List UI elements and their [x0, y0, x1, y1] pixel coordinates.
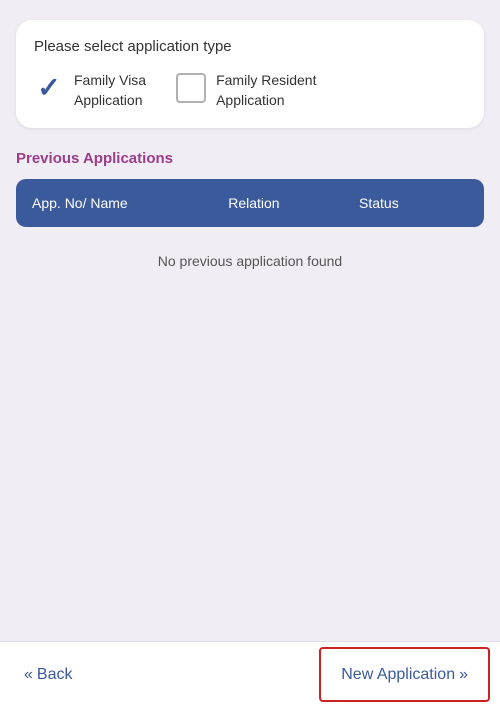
family-visa-checkbox[interactable]: ✓ [34, 73, 64, 103]
no-apps-message: No previous application found [16, 243, 484, 279]
app-type-card: Please select application type ✓ Family … [16, 20, 484, 128]
family-visa-label: Family VisaApplication [74, 71, 146, 110]
col-status-header: Status [359, 195, 468, 211]
family-resident-checkbox[interactable] [176, 73, 206, 103]
app-type-title: Please select application type [34, 38, 466, 55]
back-button[interactable]: « Back [0, 642, 96, 707]
table-header: App. No/ Name Relation Status [16, 179, 484, 227]
back-label: Back [37, 666, 73, 684]
new-app-chevron-icon: » [459, 666, 468, 684]
family-visa-option[interactable]: ✓ Family VisaApplication [34, 71, 146, 110]
content-area: Please select application type ✓ Family … [0, 0, 500, 641]
col-relation-header: Relation [228, 195, 359, 211]
previous-applications-label: Previous Applications [16, 150, 484, 167]
family-resident-label: Family ResidentApplication [216, 71, 316, 110]
back-chevron-icon: « [24, 666, 33, 684]
app-type-options: ✓ Family VisaApplication Family Resident… [34, 71, 466, 110]
main-container: Please select application type ✓ Family … [0, 0, 500, 707]
new-application-button[interactable]: New Application » [319, 647, 490, 702]
col-app-header: App. No/ Name [32, 195, 228, 211]
bottom-nav: « Back New Application » [0, 641, 500, 707]
family-resident-option[interactable]: Family ResidentApplication [176, 71, 316, 110]
checkmark-icon: ✓ [37, 74, 60, 102]
new-app-label: New Application [341, 666, 455, 684]
